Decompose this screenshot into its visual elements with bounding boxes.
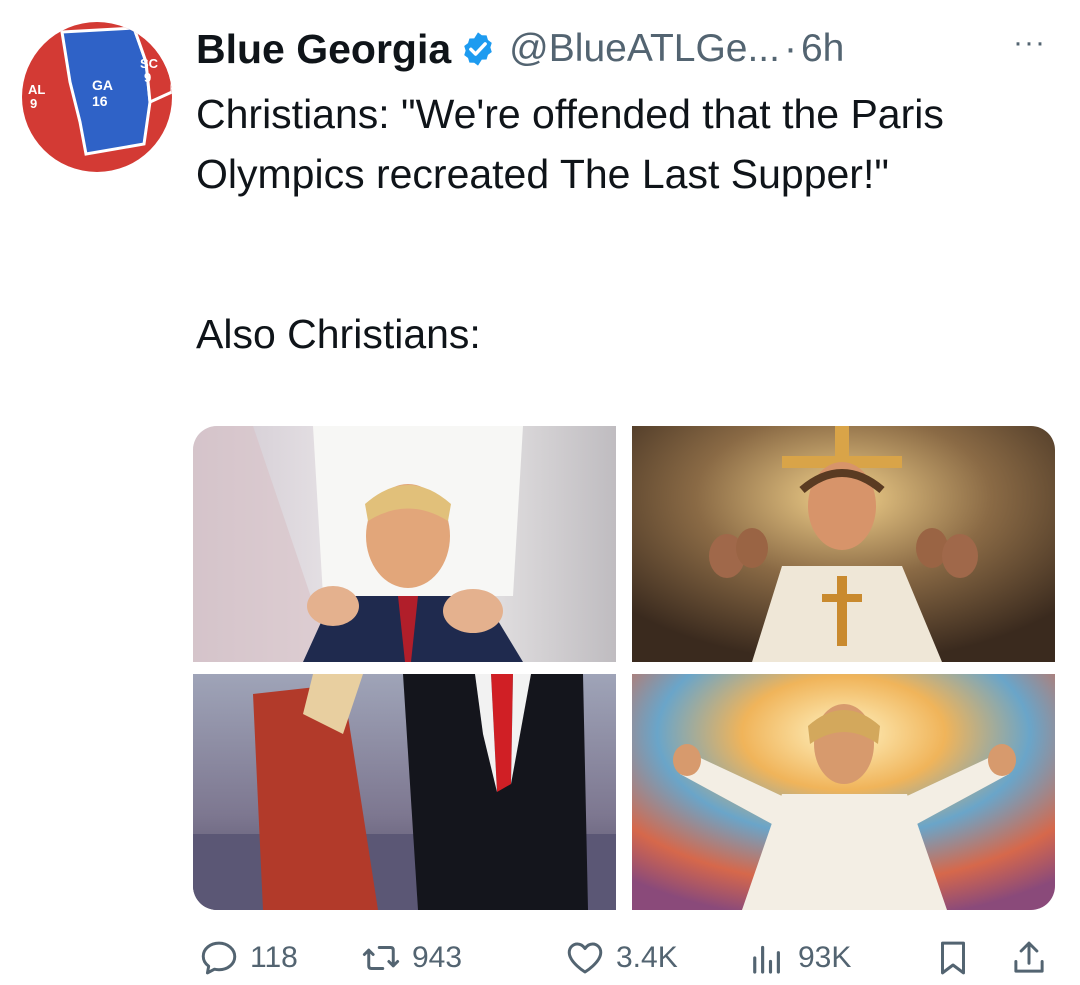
views-chart-icon <box>753 945 780 974</box>
tweet-text-line: Christians: "We're offended that the Par… <box>196 91 944 197</box>
share-button[interactable] <box>1008 935 1060 981</box>
tweet-text: Christians: "We're offended that the Par… <box>196 84 1056 364</box>
reply-button[interactable]: 118 <box>198 935 298 981</box>
tweet-header: Blue Georgia @BlueATLGe... · 6h ··· <box>196 24 1056 74</box>
avatar-label-ga-num: 16 <box>92 93 108 109</box>
media-image-2[interactable] <box>632 426 1055 662</box>
heart-icon <box>567 942 603 974</box>
verified-badge-icon <box>459 30 497 68</box>
retweet-count: 943 <box>412 941 463 974</box>
avatar-label-al: AL <box>28 82 45 97</box>
share-icon <box>1014 941 1044 973</box>
bookmark-icon <box>941 941 965 975</box>
bookmark-button[interactable] <box>932 935 984 981</box>
more-options-icon[interactable]: ··· <box>1013 26 1046 60</box>
views-button[interactable]: 93K <box>746 935 851 981</box>
avatar[interactable]: AL 9 GA 16 SC 9 <box>22 22 172 172</box>
media-image-4[interactable] <box>632 674 1055 910</box>
timestamp[interactable]: 6h <box>801 27 844 71</box>
author-name[interactable]: Blue Georgia <box>196 26 451 73</box>
tweet-text-line: Also Christians: <box>196 311 481 357</box>
avatar-label-ga: GA <box>92 77 113 93</box>
like-button[interactable]: 3.4K <box>564 935 678 981</box>
like-count: 3.4K <box>616 941 678 974</box>
separator-dot: · <box>783 27 797 70</box>
action-bar: 118 943 3.4K 93K <box>196 935 1056 985</box>
avatar-label-sc: SC <box>140 56 159 71</box>
author-handle[interactable]: @BlueATLGe... <box>509 27 780 71</box>
reply-icon <box>201 941 237 975</box>
retweet-icon <box>362 946 400 970</box>
retweet-button[interactable]: 943 <box>360 935 462 981</box>
avatar-label-al-num: 9 <box>30 96 37 111</box>
avatar-label-sc-num: 9 <box>144 70 151 85</box>
media-image-3[interactable] <box>193 674 616 910</box>
media-image-1[interactable] <box>193 426 616 662</box>
views-count: 93K <box>798 941 852 974</box>
reply-count: 118 <box>250 941 298 974</box>
media-grid <box>193 426 1055 910</box>
